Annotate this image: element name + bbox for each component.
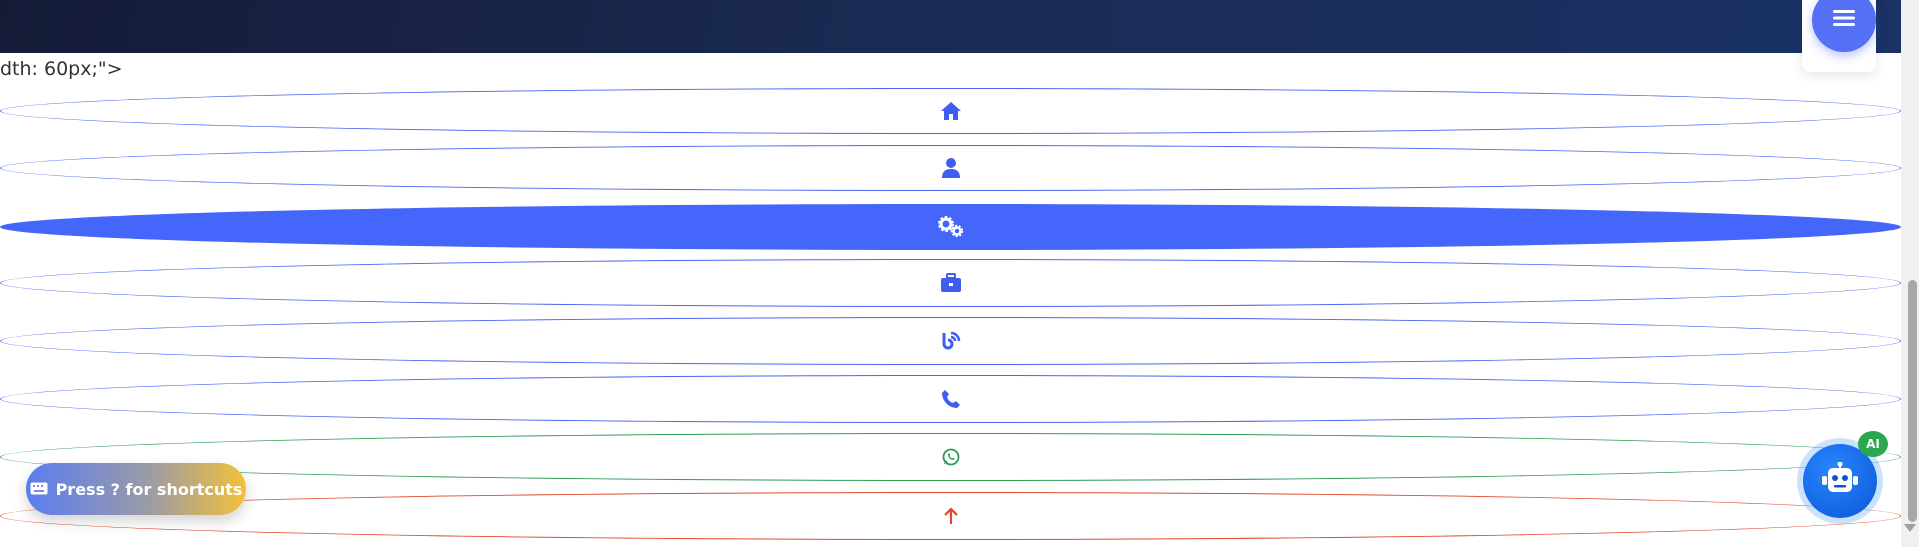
ai-badge: AI [1858,431,1888,457]
arrow-up-icon [943,507,959,525]
scroll-down-arrow[interactable] [1904,524,1916,532]
blog-icon [941,331,961,351]
user-icon [941,158,960,178]
nav-home[interactable] [0,88,1901,134]
nav-contact[interactable] [0,375,1901,423]
shortcuts-label: Press ? for shortcuts [55,479,243,499]
whatsapp-icon [942,448,960,466]
home-icon [940,101,962,121]
nav-whatsapp[interactable] [0,433,1901,481]
nav-back-to-top[interactable] [0,492,1901,540]
scrollbar-thumb[interactable] [1908,280,1917,522]
phone-icon [941,389,961,409]
robot-icon [1820,461,1860,500]
briefcase-icon [940,273,962,293]
side-nav [0,0,1901,547]
shortcuts-button[interactable]: Press ? for shortcuts [26,463,246,515]
keyboard-icon [30,480,48,499]
nav-services[interactable] [0,204,1901,250]
cogs-icon [937,216,964,238]
nav-portfolio[interactable] [0,259,1901,307]
nav-blog[interactable] [0,317,1901,365]
nav-about[interactable] [0,145,1901,191]
